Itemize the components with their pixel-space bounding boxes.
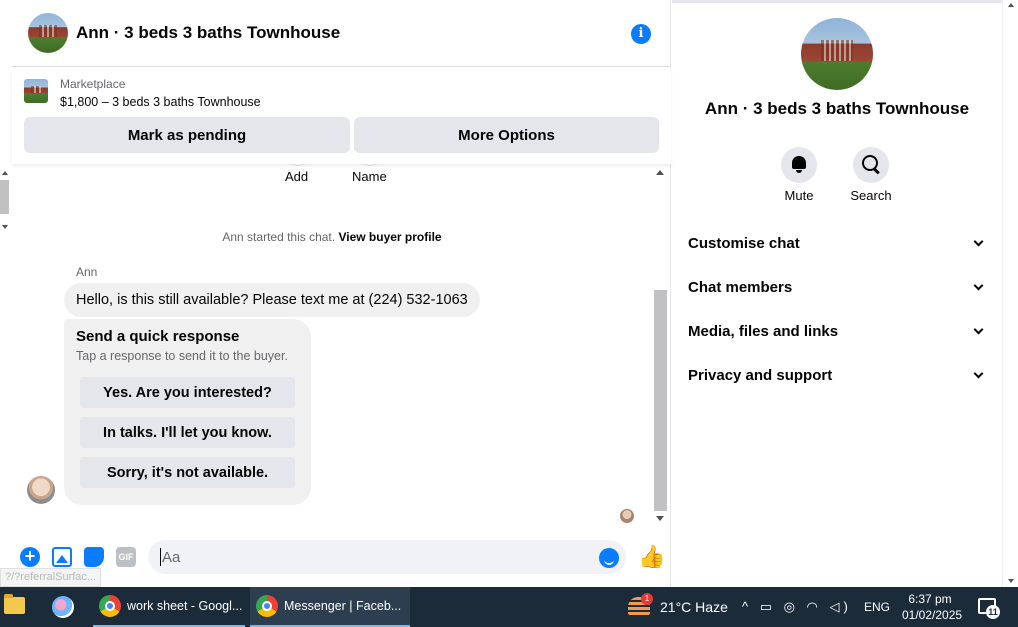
listing-title[interactable]: $1,800 – 3 beds 3 baths Townhouse	[60, 95, 261, 109]
section-media-files-links[interactable]: Media, files and links	[688, 317, 988, 345]
weather-text[interactable]: 21°C Haze	[660, 599, 728, 615]
conversation-info-panel: Ann · 3 beds 3 baths Townhouse Mute Sear…	[672, 0, 1002, 587]
mute-label: Mute	[784, 188, 814, 203]
notification-badge: 11	[986, 605, 1000, 619]
sender-name: Ann	[76, 265, 98, 279]
system-tray-icons[interactable]: ^ ▭ ◎ ◠ ◁)	[742, 599, 852, 615]
read-receipt-avatar	[620, 509, 634, 523]
scroll-up-arrow[interactable]	[656, 170, 664, 175]
chevron-down-icon	[973, 280, 984, 290]
section-label: Customise chat	[688, 234, 800, 252]
gif-icon[interactable]: GIF	[116, 547, 136, 567]
message-composer: + GIF Aa 👍	[12, 537, 671, 577]
chrome-icon	[99, 595, 121, 617]
quick-response-option[interactable]: Sorry, it's not available.	[80, 457, 295, 488]
quick-response-card: Send a quick response Tap a response to …	[64, 319, 311, 505]
panel-top-border	[672, 0, 1002, 3]
taskbar-item-messenger[interactable]: Messenger | Faceb...	[250, 587, 410, 627]
section-privacy-support[interactable]: Privacy and support	[688, 361, 988, 389]
name-action[interactable]: Name	[352, 164, 387, 184]
left-scroll-down-arrow[interactable]	[2, 225, 8, 229]
status-bar-url: ?/?referralSurfac...	[0, 568, 102, 587]
thumbs-up-icon[interactable]: 👍	[638, 544, 665, 570]
left-scroll-up-arrow[interactable]	[2, 171, 8, 175]
scroll-down-arrow[interactable]	[656, 516, 664, 521]
section-label: Chat members	[688, 278, 793, 296]
page-scrollbar[interactable]	[1002, 0, 1018, 587]
marketplace-banner: Marketplace $1,800 – 3 beds 3 baths Town…	[12, 68, 671, 164]
panel-avatar[interactable]	[801, 18, 873, 90]
message-input-placeholder: Aa	[162, 548, 181, 566]
chat-started-text: Ann started this chat.	[222, 230, 336, 244]
section-label: Privacy and support	[688, 366, 833, 384]
add-action[interactable]: Add	[285, 164, 310, 184]
taskbar-item-label: Messenger | Faceb...	[284, 599, 402, 613]
chevron-down-icon	[973, 324, 984, 334]
plus-icon[interactable]: +	[20, 547, 40, 567]
message-input[interactable]: Aa	[148, 540, 626, 574]
page-scroll-up-arrow[interactable]	[1008, 3, 1014, 7]
section-chat-members[interactable]: Chat members	[688, 273, 988, 301]
search-label: Search	[850, 188, 892, 203]
page-left-edge	[0, 0, 12, 587]
chevron-down-icon	[973, 236, 984, 246]
emoji-icon[interactable]	[599, 548, 619, 568]
mute-button[interactable]: Mute	[769, 147, 829, 203]
quick-response-option[interactable]: Yes. Are you interested?	[80, 377, 295, 408]
chat-header: Ann · 3 beds 3 baths Townhouse i	[12, 0, 671, 67]
listing-thumbnail[interactable]	[24, 79, 48, 103]
left-scroll-thumb[interactable]	[0, 180, 9, 214]
language-indicator[interactable]: ENG	[864, 600, 890, 614]
search-button[interactable]: Search	[841, 147, 901, 203]
scroll-thumb[interactable]	[654, 290, 667, 511]
mark-as-pending-button[interactable]: Mark as pending	[24, 117, 350, 153]
page-scroll-down-arrow[interactable]	[1008, 579, 1014, 583]
conversation-avatar[interactable]	[28, 13, 68, 53]
clock[interactable]: 6:37 pm 01/02/2025	[902, 591, 963, 623]
chevron-down-icon	[973, 368, 984, 378]
file-explorer-icon[interactable]	[4, 594, 25, 614]
panel-title: Ann · 3 beds 3 baths Townhouse	[704, 99, 970, 118]
message-bubble[interactable]: Hello, is this still available? Please t…	[64, 283, 480, 317]
sender-avatar[interactable]	[27, 476, 55, 504]
message-scrollbar[interactable]	[653, 164, 668, 527]
paint-app-icon[interactable]	[52, 596, 74, 618]
bell-icon[interactable]	[781, 147, 817, 183]
taskbar-item-work-sheet[interactable]: work sheet - Googl...	[93, 587, 245, 627]
more-options-button[interactable]: More Options	[354, 117, 659, 153]
chat-started-notice: Ann started this chat. View buyer profil…	[12, 230, 652, 244]
sticker-icon[interactable]	[84, 547, 104, 567]
taskbar: work sheet - Googl... Messenger | Faceb.…	[0, 587, 1018, 627]
clock-time: 6:37 pm	[908, 592, 952, 606]
marketplace-label: Marketplace	[60, 77, 126, 91]
conversation-title[interactable]: Ann · 3 beds 3 baths Townhouse	[76, 23, 340, 43]
chrome-icon	[256, 595, 278, 617]
chat-window: Ann · 3 beds 3 baths Townhouse i Marketp…	[12, 0, 671, 587]
section-customise-chat[interactable]: Customise chat	[688, 229, 988, 257]
weather-badge: 1	[641, 593, 653, 605]
view-buyer-profile-link[interactable]: View buyer profile	[338, 230, 441, 244]
section-label: Media, files and links	[688, 322, 839, 340]
photo-icon[interactable]	[52, 547, 72, 567]
search-icon[interactable]	[853, 147, 889, 183]
message-list: Add Name Ann started this chat. View buy…	[12, 164, 671, 527]
clock-date: 01/02/2025	[902, 608, 963, 622]
taskbar-item-label: work sheet - Googl...	[127, 599, 243, 613]
quick-response-option[interactable]: In talks. I'll let you know.	[80, 417, 295, 448]
quick-response-subtitle: Tap a response to send it to the buyer.	[76, 349, 288, 363]
quick-response-title: Send a quick response	[76, 328, 240, 345]
info-icon[interactable]: i	[631, 24, 651, 44]
